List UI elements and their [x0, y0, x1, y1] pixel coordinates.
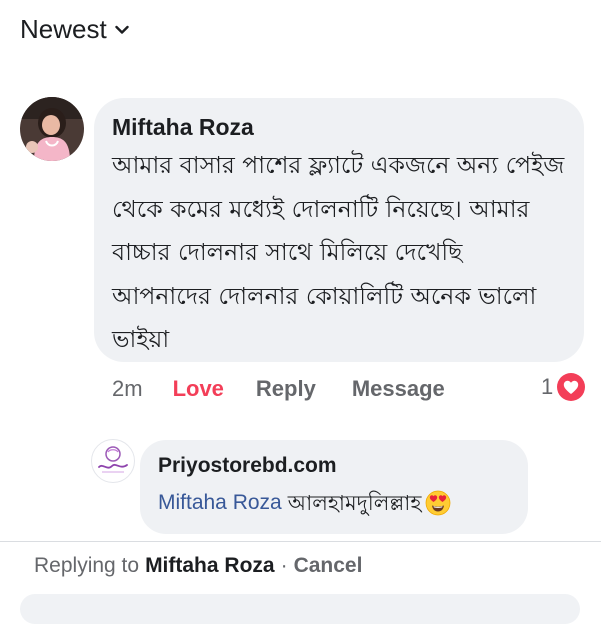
sort-dropdown[interactable]: Newest — [20, 14, 129, 45]
reply-button[interactable]: Reply — [256, 376, 316, 402]
reply-mention-link[interactable]: Miftaha Roza — [158, 488, 282, 518]
reply-author[interactable]: Priyostorebd.com — [158, 452, 528, 480]
reaction-count: 1 — [541, 374, 554, 399]
cancel-reply-button[interactable]: Cancel — [294, 554, 363, 578]
heart-eyes-emoji-icon — [425, 490, 451, 516]
reply-bubble: Priyostorebd.com Miftaha Roza আলহামদুলিল… — [140, 440, 528, 534]
page-avatar[interactable] — [91, 439, 135, 483]
replying-to-bar: Replying to Miftaha Roza · Cancel — [34, 554, 362, 578]
comment-input[interactable] — [20, 594, 580, 624]
reaction-summary[interactable]: 1 — [541, 373, 586, 401]
comment-text: আমার বাসার পাশের ফ্ল্যাটে একজনে অন্য পেই… — [112, 151, 572, 353]
reply-text-row: Miftaha Roza আলহামদুলিল্লাহ — [158, 488, 528, 518]
message-button[interactable]: Message — [352, 376, 445, 402]
reply-text: আলহামদুলিল্লাহ — [287, 491, 422, 515]
replying-separator: · — [280, 554, 288, 577]
divider — [0, 541, 601, 542]
love-reaction-button[interactable]: Love — [173, 376, 224, 402]
comment-bubble: Miftaha Roza আমার বাসার পাশের ফ্ল্যাটে এ… — [94, 98, 584, 362]
comment-author[interactable]: Miftaha Roza — [112, 112, 566, 142]
replying-prefix: Replying to — [34, 554, 140, 577]
comment-timestamp[interactable]: 2m — [112, 376, 143, 402]
sort-label: Newest — [20, 14, 107, 44]
replying-target: Miftaha Roza — [145, 554, 275, 577]
commenter-avatar[interactable] — [20, 97, 84, 161]
chevron-down-icon — [115, 25, 129, 35]
heart-icon — [557, 373, 586, 401]
comment-actions: 2m Love Reply Message — [112, 376, 445, 402]
